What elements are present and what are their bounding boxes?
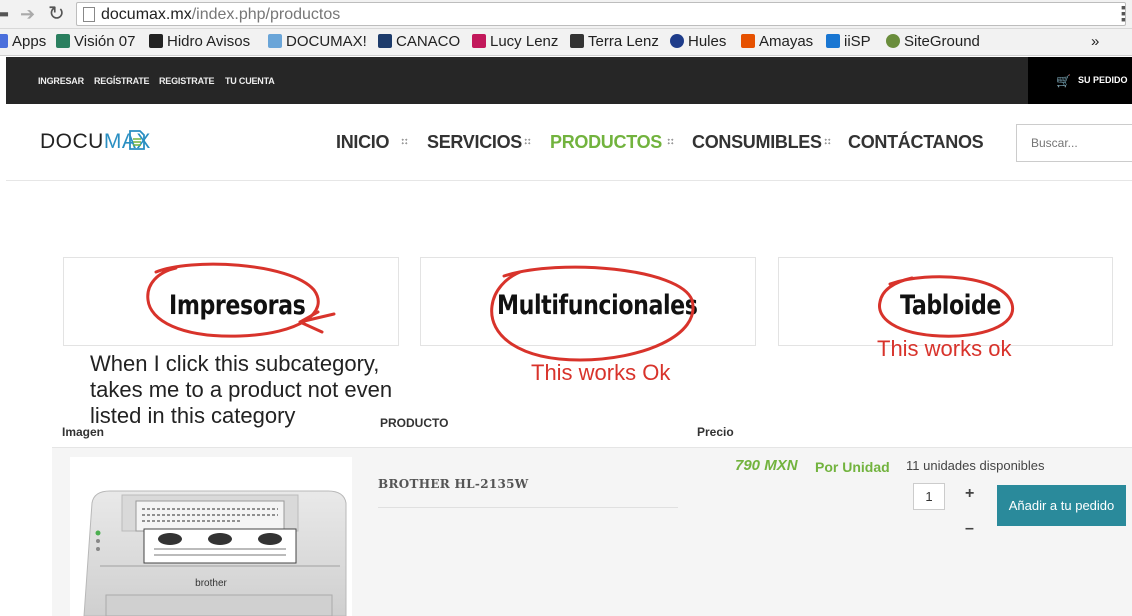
annotation-impresoras-line1: When I click this subcategory,: [90, 351, 380, 376]
annotation-oval-multifuncionales: [490, 265, 695, 362]
add-to-order-button[interactable]: Añadir a tu pedido: [997, 485, 1126, 526]
product-name[interactable]: BROTHER HL-2135W: [378, 477, 529, 491]
quantity-minus-button[interactable]: –: [965, 520, 974, 538]
annotation-oval-impresoras: [146, 262, 320, 338]
annotation-oval-tabloide: [878, 275, 1015, 338]
printer-illustration: brother: [83, 490, 347, 616]
annotation-impresoras-line3: listed in this category: [90, 403, 296, 428]
annotation-multifuncionales: This works Ok: [531, 360, 671, 385]
product-unit: Por Unidad: [815, 459, 890, 475]
annotation-arrow: [298, 310, 336, 334]
quantity-input[interactable]: [913, 483, 945, 510]
product-image[interactable]: brother: [70, 457, 352, 616]
column-header-image: Imagen: [62, 425, 105, 439]
quantity-plus-button[interactable]: +: [965, 485, 974, 503]
column-header-price: Precio: [697, 425, 734, 439]
annotation-tabloide: This works ok: [877, 336, 1012, 361]
annotation-impresoras-line2: takes me to a product not even: [90, 377, 393, 402]
product-price: 790 MXN: [735, 457, 798, 474]
column-header-product: PRODUCTO: [380, 416, 449, 430]
printer-brand-label: brother: [195, 578, 227, 589]
product-divider: [378, 507, 678, 508]
product-stock: 11 unidades disponibles: [906, 458, 1045, 473]
